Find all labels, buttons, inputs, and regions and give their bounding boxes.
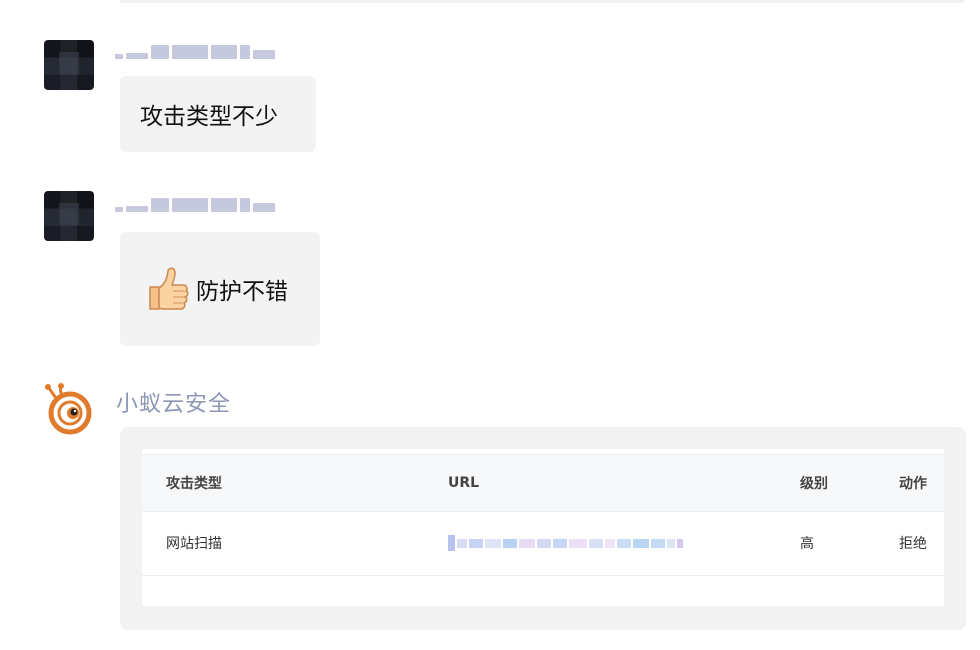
message-bubble[interactable]: 防护不错	[120, 232, 320, 346]
header-action: 动作	[899, 476, 927, 492]
cell-action: 拒绝	[899, 536, 927, 552]
cell-level: 高	[800, 536, 814, 552]
cell-url-blurred	[448, 511, 683, 575]
bot-name: 小蚁云安全	[116, 392, 232, 417]
sender-name-blurred	[115, 197, 335, 213]
thumbs-up-icon	[149, 267, 189, 310]
table-header: 攻击类型 URL 级别 动作	[142, 454, 944, 512]
header-level: 级别	[800, 476, 828, 492]
table-row[interactable]: 网站扫描 高 拒绝	[142, 511, 944, 576]
security-report-card[interactable]: 攻击类型 URL 级别 动作 网站扫描 高 拒绝	[120, 427, 966, 630]
avatar[interactable]	[44, 191, 94, 241]
sender-name-blurred	[115, 44, 335, 60]
message-text: 攻击类型不少	[140, 104, 278, 130]
ant-mascot-icon[interactable]	[44, 383, 96, 435]
chat-page: 攻击类型不少 防护不错 小蚁云安全 攻击类型 URL 级别 动作 网站扫描 高 …	[0, 0, 980, 650]
attack-table: 攻击类型 URL 级别 动作 网站扫描 高 拒绝	[142, 449, 944, 606]
header-url: URL	[448, 475, 480, 491]
message-text: 防护不错	[196, 279, 288, 305]
avatar[interactable]	[44, 40, 94, 90]
header-attack-type: 攻击类型	[166, 476, 222, 492]
cell-attack-type: 网站扫描	[166, 536, 222, 552]
message-bubble[interactable]: 攻击类型不少	[120, 76, 316, 152]
previous-card-edge	[120, 0, 965, 3]
